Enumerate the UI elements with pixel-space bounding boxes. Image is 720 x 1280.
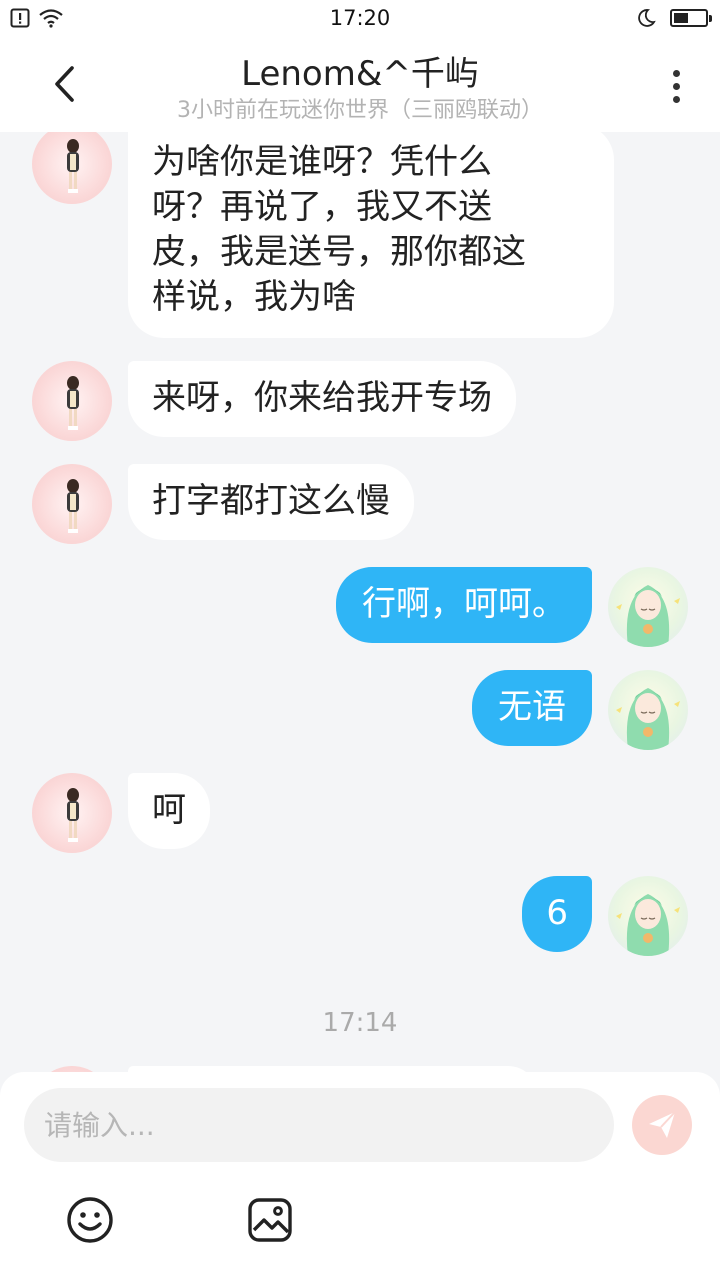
status-right	[636, 8, 712, 28]
more-options-button[interactable]	[658, 64, 694, 108]
message-bubble-outgoing[interactable]: 6	[522, 876, 592, 952]
image-icon	[248, 1198, 292, 1242]
message-timestamp: 17:14	[322, 1008, 398, 1038]
emoji-button[interactable]	[66, 1196, 114, 1244]
more-vertical-icon-dot	[672, 69, 680, 77]
message-input[interactable]	[24, 1088, 614, 1162]
chevron-left-icon	[55, 66, 74, 102]
contact-avatar-image	[67, 788, 79, 842]
contact-avatar-image	[67, 376, 79, 430]
more-vertical-icon-dot	[672, 95, 680, 103]
send-button[interactable]	[632, 1095, 692, 1155]
message-bubble-incoming[interactable]: 为啥你是谁呀？凭什么 呀？再说了，我又不送 皮，我是送号，那你都这 样说，我为啥	[128, 132, 614, 338]
contact-avatar[interactable]	[32, 361, 112, 441]
battery-level	[674, 13, 688, 23]
user-avatar-image	[616, 585, 680, 647]
send-icon	[649, 1111, 676, 1138]
chat-header: Lenom&^千屿 3小时前在玩迷你世界（三丽鸥联动）	[0, 38, 720, 132]
message-bubble-outgoing[interactable]: 无语	[472, 670, 592, 746]
contact-avatar[interactable]	[32, 132, 112, 204]
smiley-icon	[67, 1197, 113, 1243]
battery-icon	[670, 9, 712, 27]
contact-avatar[interactable]	[32, 773, 112, 853]
moon-icon	[638, 9, 656, 27]
status-bar: 17:20	[0, 0, 720, 38]
contact-status: 3小时前在玩迷你世界（三丽鸥联动）	[177, 98, 543, 123]
contact-avatar[interactable]	[32, 464, 112, 544]
user-avatar-image	[616, 894, 680, 956]
user-avatar[interactable]	[608, 567, 688, 647]
message-list[interactable]: 为啥你是谁呀？凭什么 呀？再说了，我又不送 皮，我是送号，那你都这 样说，我为啥…	[0, 132, 720, 1072]
contact-name: Lenom&^千屿	[241, 54, 479, 94]
status-time: 17:20	[329, 6, 391, 30]
message-bubble-outgoing[interactable]: 行啊，呵呵。	[336, 567, 592, 643]
user-avatar-image	[616, 688, 680, 750]
more-vertical-icon-dot	[672, 82, 680, 90]
user-avatar[interactable]	[608, 670, 688, 750]
message-bubble-incoming[interactable]: 打字都打这么慢	[128, 464, 414, 540]
user-avatar[interactable]	[608, 876, 688, 956]
message-composer	[0, 1072, 720, 1280]
back-button[interactable]	[40, 60, 88, 108]
message-bubble-incoming[interactable]: 呵	[128, 773, 210, 849]
image-button[interactable]	[246, 1196, 294, 1244]
contact-avatar-image	[67, 479, 79, 533]
contact-avatar-image	[67, 139, 79, 193]
message-bubble-incoming[interactable]: 来呀，你来给我开专场	[128, 361, 516, 437]
